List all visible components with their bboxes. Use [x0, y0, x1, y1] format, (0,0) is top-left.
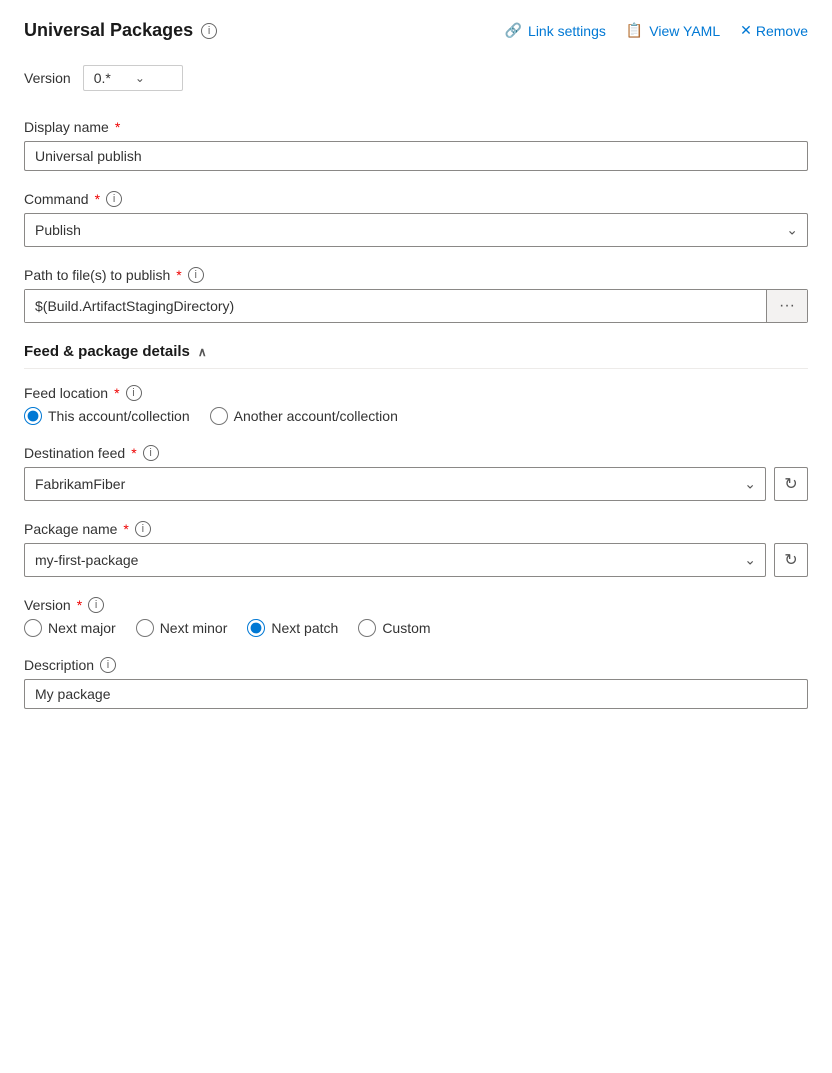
version-selector-dropdown[interactable]: 0.* ⌄ [83, 65, 183, 91]
version-next-major-label: Next major [48, 620, 116, 636]
package-name-input-row: my-first-package ⌄ ↻ [24, 543, 808, 577]
feed-location-another-account-label: Another account/collection [234, 408, 398, 424]
display-name-label-row: Display name * [24, 119, 808, 135]
view-yaml-button[interactable]: 📋 View YAML [626, 22, 720, 39]
command-info-icon[interactable]: i [106, 191, 122, 207]
path-input[interactable] [25, 290, 766, 322]
command-group: Command * i Publish Download ⌄ [24, 191, 808, 247]
feed-section-chevron[interactable]: ∧ [198, 345, 207, 359]
path-info-icon[interactable]: i [188, 267, 204, 283]
destination-feed-select[interactable]: FabrikamFiber [24, 467, 766, 501]
version-selector-row: Version 0.* ⌄ [24, 65, 808, 91]
feed-section-header: Feed & package details ∧ [24, 343, 808, 369]
feed-location-required: * [114, 385, 119, 401]
package-name-refresh-button[interactable]: ↻ [774, 543, 808, 577]
feed-location-label: Feed location [24, 385, 108, 401]
description-info-icon[interactable]: i [100, 657, 116, 673]
version-next-minor-label: Next minor [160, 620, 228, 636]
command-label-row: Command * i [24, 191, 808, 207]
path-label: Path to file(s) to publish [24, 267, 170, 283]
package-name-info-icon[interactable]: i [135, 521, 151, 537]
path-input-row: ··· [24, 289, 808, 323]
path-to-files-group: Path to file(s) to publish * i ··· [24, 267, 808, 323]
destination-feed-input-row: FabrikamFiber ⌄ ↻ [24, 467, 808, 501]
version-selector-label: Version [24, 70, 71, 86]
link-settings-label: Link settings [528, 23, 606, 39]
version-next-patch[interactable]: Next patch [247, 619, 338, 637]
display-name-label: Display name [24, 119, 109, 135]
display-name-group: Display name * [24, 119, 808, 171]
display-name-required: * [115, 119, 120, 135]
refresh-icon: ↻ [784, 474, 797, 494]
page-header: Universal Packages i 🔗 Link settings 📋 V… [24, 20, 808, 41]
package-name-select-wrapper: my-first-package ⌄ [24, 543, 766, 577]
version-custom[interactable]: Custom [358, 619, 430, 637]
package-name-required: * [123, 521, 128, 537]
version-field-group: Version * i Next major Next minor Next p… [24, 597, 808, 637]
version-radio-group: Next major Next minor Next patch Custom [24, 619, 808, 637]
destination-feed-required: * [131, 445, 136, 461]
yaml-icon: 📋 [626, 22, 643, 39]
version-field-label-row: Version * i [24, 597, 808, 613]
remove-x-icon: ✕ [740, 22, 752, 39]
path-required: * [176, 267, 181, 283]
feed-location-this-account[interactable]: This account/collection [24, 407, 190, 425]
package-refresh-icon: ↻ [784, 550, 797, 570]
version-selector-value: 0.* [94, 70, 111, 86]
package-name-select[interactable]: my-first-package [24, 543, 766, 577]
description-group: Description i [24, 657, 808, 709]
path-browse-icon: ··· [779, 297, 795, 315]
description-label-row: Description i [24, 657, 808, 673]
version-next-patch-label: Next patch [271, 620, 338, 636]
destination-feed-refresh-button[interactable]: ↻ [774, 467, 808, 501]
package-name-label: Package name [24, 521, 117, 537]
link-icon: 🔗 [505, 22, 522, 39]
command-select[interactable]: Publish Download [24, 213, 808, 247]
path-label-row: Path to file(s) to publish * i [24, 267, 808, 283]
destination-feed-select-wrapper: FabrikamFiber ⌄ [24, 467, 766, 501]
feed-location-this-account-label: This account/collection [48, 408, 190, 424]
path-browse-button[interactable]: ··· [766, 290, 807, 322]
feed-location-group: Feed location * i This account/collectio… [24, 385, 808, 425]
header-actions: 🔗 Link settings 📋 View YAML ✕ Remove [505, 22, 808, 39]
feed-location-another-account[interactable]: Another account/collection [210, 407, 398, 425]
version-custom-label: Custom [382, 620, 430, 636]
remove-label: Remove [756, 23, 808, 39]
version-field-required: * [77, 597, 82, 613]
description-label: Description [24, 657, 94, 673]
command-select-wrapper: Publish Download ⌄ [24, 213, 808, 247]
command-label: Command [24, 191, 89, 207]
package-name-label-row: Package name * i [24, 521, 808, 537]
version-next-minor[interactable]: Next minor [136, 619, 228, 637]
version-field-info-icon[interactable]: i [88, 597, 104, 613]
version-selector-chevron: ⌄ [135, 71, 145, 85]
header-left: Universal Packages i [24, 20, 217, 41]
description-input[interactable] [24, 679, 808, 709]
title-info-icon[interactable]: i [201, 23, 217, 39]
display-name-input[interactable] [24, 141, 808, 171]
feed-section-title: Feed & package details [24, 343, 190, 360]
destination-feed-group: Destination feed * i FabrikamFiber ⌄ ↻ [24, 445, 808, 501]
destination-feed-label-row: Destination feed * i [24, 445, 808, 461]
link-settings-button[interactable]: 🔗 Link settings [505, 22, 606, 39]
command-required: * [95, 191, 100, 207]
remove-button[interactable]: ✕ Remove [740, 22, 808, 39]
package-name-group: Package name * i my-first-package ⌄ ↻ [24, 521, 808, 577]
feed-location-radio-group: This account/collection Another account/… [24, 407, 808, 425]
feed-location-label-row: Feed location * i [24, 385, 808, 401]
version-next-major[interactable]: Next major [24, 619, 116, 637]
destination-feed-info-icon[interactable]: i [143, 445, 159, 461]
view-yaml-label: View YAML [649, 23, 720, 39]
page-title: Universal Packages [24, 20, 193, 41]
feed-location-info-icon[interactable]: i [126, 385, 142, 401]
destination-feed-label: Destination feed [24, 445, 125, 461]
version-field-label: Version [24, 597, 71, 613]
